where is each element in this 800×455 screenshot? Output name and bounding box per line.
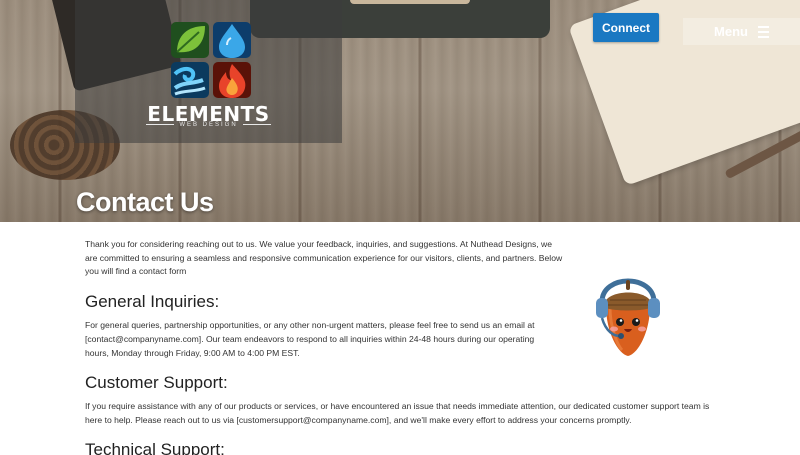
section-technical-support: Technical Support: (85, 440, 715, 455)
elements-logo-icon (171, 22, 251, 98)
page-title: Contact Us (76, 187, 214, 217)
brand-tagline: WEB DESIGN (75, 122, 342, 128)
connect-button[interactable]: Connect (593, 13, 659, 42)
section-text: If you require assistance with any of ou… (85, 400, 710, 425)
menu-label: Menu (714, 24, 748, 39)
intro-paragraph: Thank you for considering reaching out t… (85, 239, 563, 276)
hamburger-icon (757, 25, 769, 38)
hero-banner: ELEMENTS WEB DESIGN Connect Menu Contact… (0, 0, 800, 222)
site-logo-link[interactable]: ELEMENTS WEB DESIGN (75, 0, 342, 143)
menu-button[interactable]: Menu (683, 18, 800, 45)
section-heading: Technical Support: (85, 439, 225, 455)
section-heading: Customer Support: (85, 372, 228, 392)
section-customer-support: Customer Support: If you require assista… (85, 373, 715, 427)
section-text: For general queries, partnership opportu… (85, 319, 535, 358)
acorn-headset-mascot (596, 278, 660, 356)
